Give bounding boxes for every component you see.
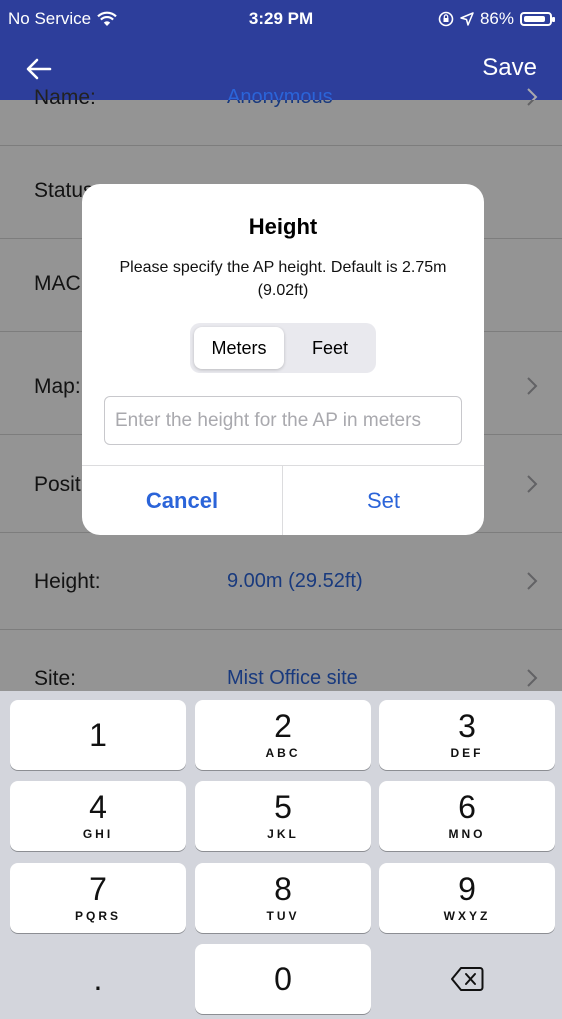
dialog-title: Height [248,214,318,239]
key-digit: 7 [89,871,107,907]
key-5[interactable]: 5 JKL [195,781,371,851]
key-digit: 1 [89,717,107,753]
key-8[interactable]: 8 TUV [195,863,371,933]
key-3[interactable]: 3 DEF [379,700,555,770]
delete-key[interactable] [379,944,555,1014]
key-digit: 2 [274,708,292,744]
key-4[interactable]: 4 GHI [10,781,186,851]
key-letters: JKL [267,827,299,841]
key-digit: 8 [274,871,292,907]
location-icon [460,12,474,26]
key-digit: 3 [458,708,476,744]
key-letters: TUV [266,909,300,923]
key-6[interactable]: 6 MNO [379,781,555,851]
key-digit: 0 [274,961,292,997]
key-letters: DEF [450,746,484,760]
status-right: 86% [438,9,555,29]
cancel-button[interactable]: Cancel [82,466,282,535]
key-digit: 4 [89,789,107,825]
battery-percent: 86% [479,9,514,28]
status-bar: No Service 3:29 PM 86% [0,0,562,38]
key-letters: ABC [265,746,301,760]
decimal-key[interactable]: . [10,944,186,1014]
battery-cap [552,17,555,22]
key-letters: WXYZ [443,909,491,923]
key-2[interactable]: 2 ABC [195,700,371,770]
height-input[interactable] [104,396,462,445]
segment-meters[interactable]: Meters [194,327,284,369]
backspace-icon [451,967,484,991]
segment-feet[interactable]: Feet [288,327,372,369]
height-dialog: Height Please specify the AP height. Def… [82,184,484,535]
set-button[interactable]: Set [283,466,484,535]
dialog-message: Please specify the AP height. Default is… [119,259,447,299]
unit-segmented-control: Meters Feet [190,323,376,373]
key-9[interactable]: 9 WXYZ [379,863,555,933]
battery-level [524,16,545,22]
battery-icon [520,12,555,26]
lock-rotation-icon [438,11,454,27]
key-digit: 9 [458,871,476,907]
key-1[interactable]: 1 [10,700,186,770]
key-digit: 6 [458,789,476,825]
key-letters: GHI [82,827,114,841]
key-0[interactable]: 0 [195,944,371,1014]
key-digit: 5 [274,789,292,825]
key-digit: . [93,961,103,997]
key-letters: MNO [448,827,486,841]
numeric-keypad: 1 2 ABC 3 DEF 4 GHI 5 JKL 6 MNO 7 PQRS 8… [0,691,562,1019]
key-letters: PQRS [74,909,121,923]
key-7[interactable]: 7 PQRS [10,863,186,933]
